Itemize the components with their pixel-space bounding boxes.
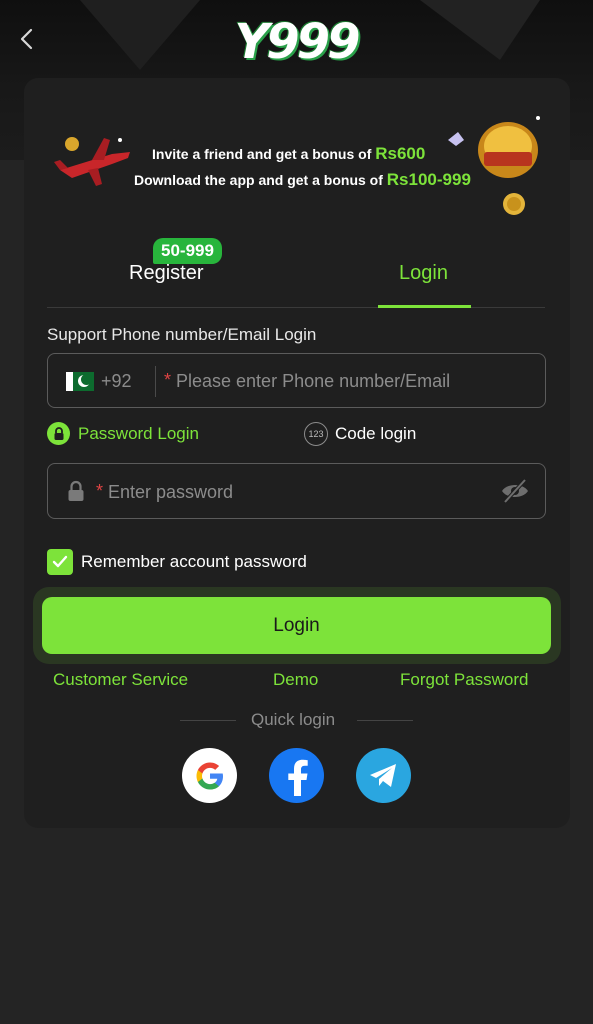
login-mode-selector: Password Login 123 Code login [47,422,546,450]
brand-logo: Y999 [231,10,361,74]
banner-download-line: Download the app and get a bonus of Rs10… [134,170,471,190]
phone-field: +92 * [47,353,546,408]
login-page: Y999 Invite a friend and get a bonus of … [0,0,593,1024]
country-code[interactable]: +92 [101,371,132,392]
demo-link[interactable]: Demo [273,670,318,690]
login-button[interactable]: Login [42,597,551,654]
treasure-icon [448,116,540,215]
back-button[interactable] [12,24,42,54]
brand-logo-text: Y999 [234,14,361,70]
remember-checkbox[interactable] [47,549,73,575]
airplane-icon [54,137,130,186]
tab-login[interactable]: Login [399,262,448,285]
code-login-option[interactable]: 123 Code login [304,422,416,446]
remember-label: Remember account password [81,552,307,571]
password-login-label: Password Login [78,423,199,443]
divider-line [357,720,413,721]
toggle-password-visibility[interactable] [499,477,531,505]
banner-invite-line: Invite a friend and get a bonus of Rs600 [152,144,425,164]
google-icon [196,762,223,789]
banner-invite-text: Invite a friend and get a bonus of [152,146,372,162]
telegram-login-button[interactable] [356,748,411,803]
promo-banner: Invite a friend and get a bonus of Rs600… [24,100,570,220]
tab-register[interactable]: Register [129,262,203,285]
pakistan-flag-icon [66,372,94,391]
chevron-left-icon [20,28,33,50]
forgot-password-link[interactable]: Forgot Password [400,670,529,690]
tab-login-label: Login [399,262,448,284]
password-field: * [47,463,546,519]
phone-email-input[interactable] [166,364,536,398]
code-123-icon: 123 [304,422,328,446]
divider-line [180,720,236,721]
eye-off-icon [502,478,528,504]
tab-register-label: Register [129,262,204,284]
facebook-login-button[interactable] [269,748,324,803]
auth-tabs: Register 50-999 Login [47,238,545,308]
customer-service-link[interactable]: Customer Service [53,670,188,690]
checkmark-icon [52,555,68,568]
remember-password-row[interactable]: Remember account password [47,549,307,575]
telegram-icon [369,763,396,787]
banner-download-text: Download the app and get a bonus of [134,172,383,188]
support-login-label: Support Phone number/Email Login [47,325,317,344]
password-input[interactable] [98,474,488,510]
register-bonus-badge: 50-999 [153,238,222,264]
code-login-label: Code login [335,424,417,443]
password-login-option[interactable]: Password Login [47,422,199,445]
facebook-icon [287,759,308,796]
padlock-icon [68,480,84,501]
banner-invite-amount: Rs600 [375,144,426,163]
lock-icon [47,422,70,445]
quick-login-divider: Quick login [180,710,413,732]
field-divider [155,366,156,397]
google-login-button[interactable] [182,748,237,803]
active-tab-indicator [378,305,471,308]
quick-login-label: Quick login [251,710,336,729]
